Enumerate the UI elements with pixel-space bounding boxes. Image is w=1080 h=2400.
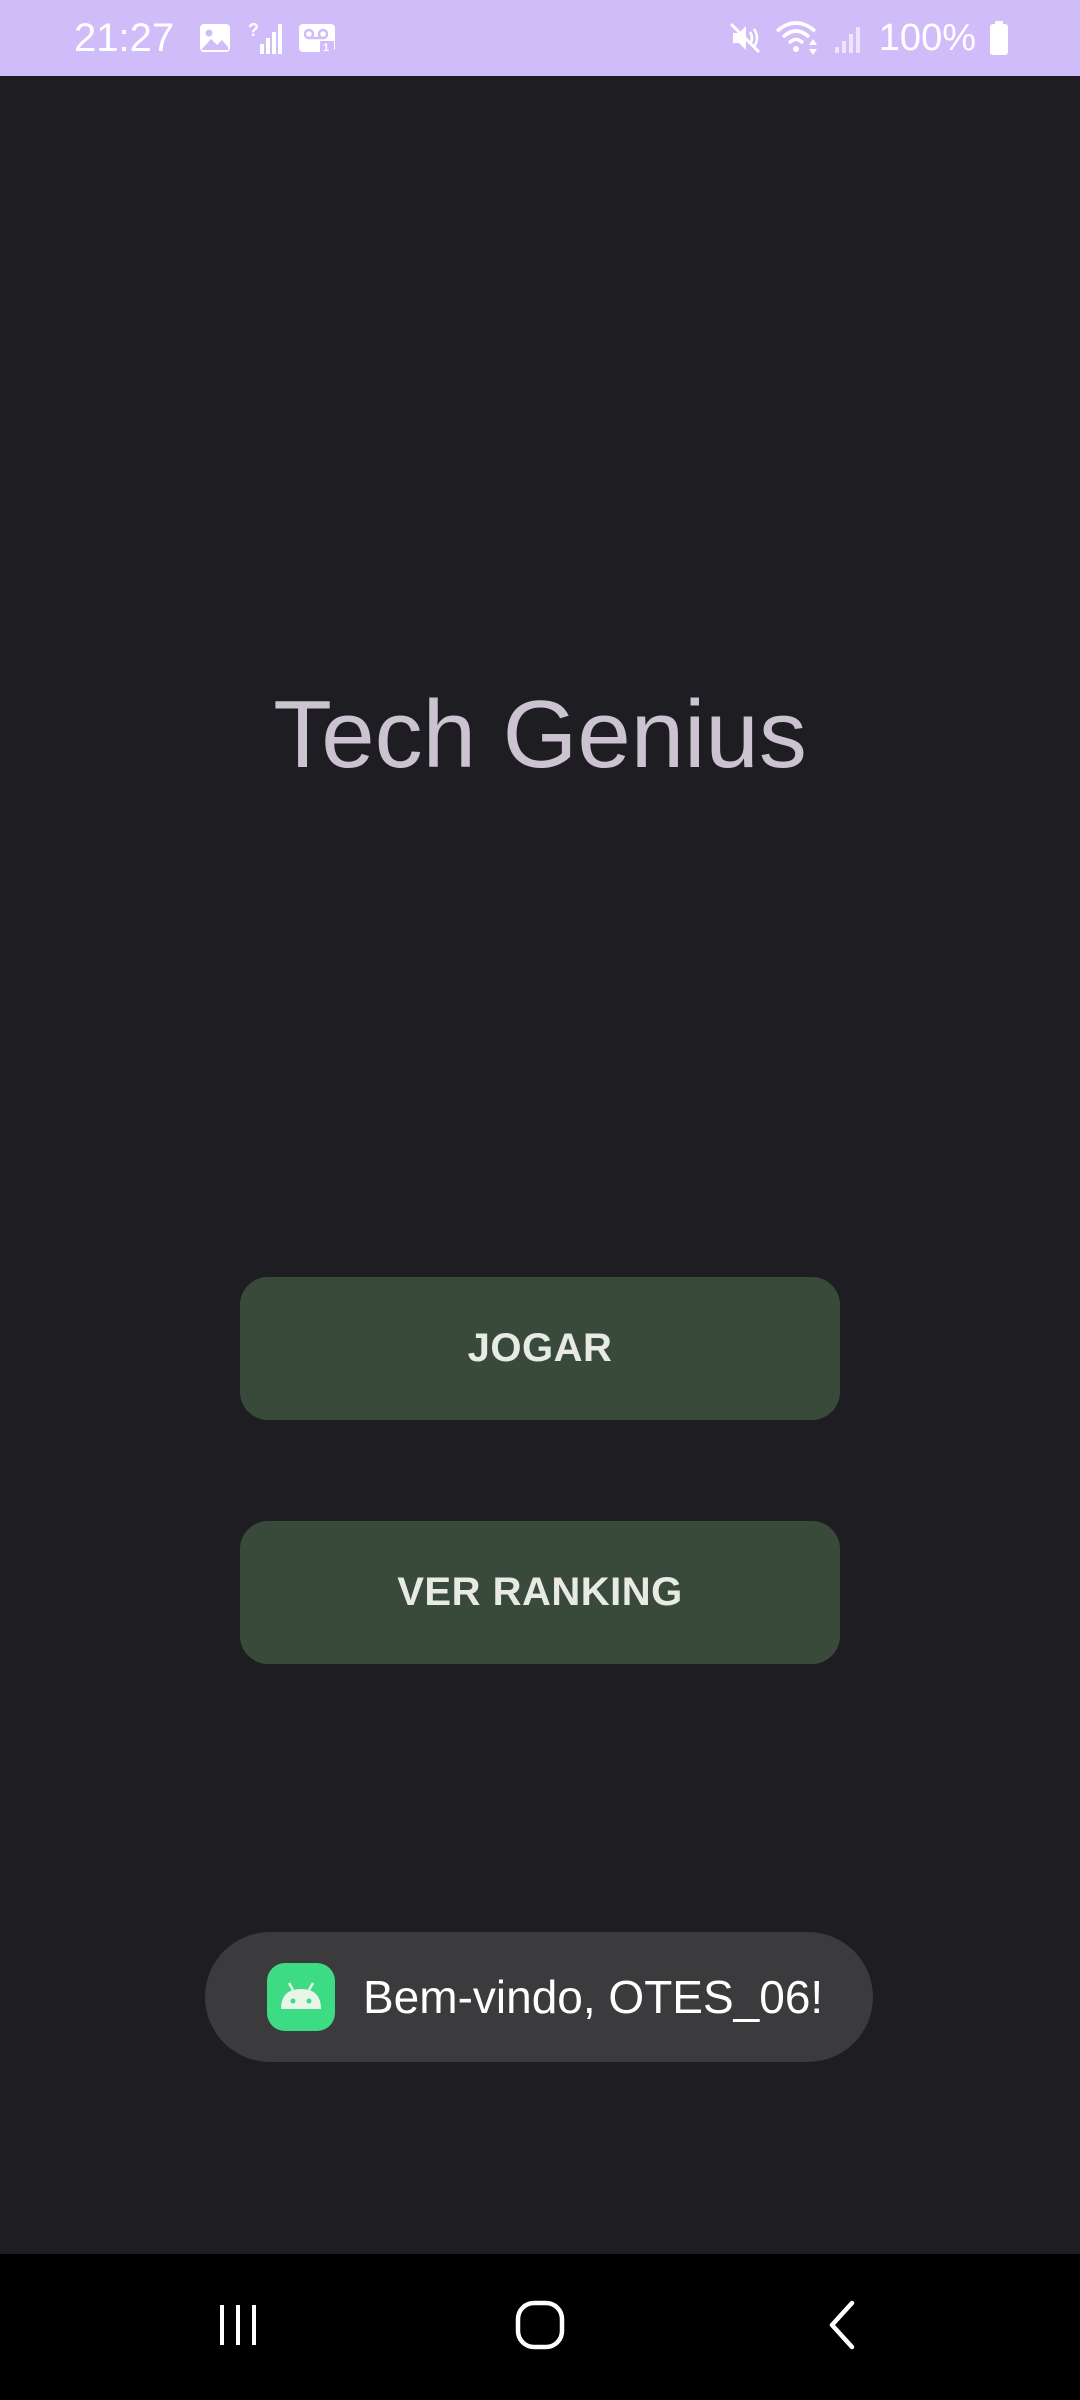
status-bar-right: 100% bbox=[727, 0, 1010, 76]
recents-button[interactable] bbox=[158, 2254, 318, 2400]
android-app-icon bbox=[267, 1963, 335, 2031]
svg-text:1: 1 bbox=[323, 42, 329, 54]
battery-icon bbox=[988, 20, 1010, 56]
back-icon bbox=[822, 2297, 862, 2357]
svg-text:?: ? bbox=[248, 20, 259, 40]
navigation-bar bbox=[0, 2254, 1080, 2400]
play-button[interactable]: JOGAR bbox=[240, 1277, 840, 1420]
voicemail-icon: 1 bbox=[298, 21, 338, 55]
battery-percentage: 100% bbox=[878, 16, 976, 59]
toast-message: Bem-vindo, OTES_06! bbox=[363, 1971, 824, 2023]
status-bar-left: 21:27 ? 1 bbox=[74, 0, 338, 76]
mute-icon bbox=[727, 20, 763, 56]
signal-icon bbox=[833, 21, 867, 55]
status-bar: 21:27 ? 1 100% bbox=[0, 0, 1080, 76]
gallery-icon bbox=[198, 21, 232, 55]
app-title: Tech Genius bbox=[273, 681, 807, 788]
recents-icon bbox=[212, 2299, 264, 2355]
wifi-icon bbox=[775, 19, 821, 57]
status-time: 21:27 bbox=[74, 15, 175, 60]
home-icon bbox=[512, 2297, 568, 2357]
welcome-toast: Bem-vindo, OTES_06! bbox=[205, 1932, 873, 2062]
back-button[interactable] bbox=[762, 2254, 922, 2400]
app-screen: 21:27 ? 1 100% Tech Genius JOGAR VER RAN… bbox=[0, 0, 1080, 2400]
no-signal-icon: ? bbox=[248, 20, 283, 56]
view-ranking-button[interactable]: VER RANKING bbox=[240, 1521, 840, 1664]
home-button[interactable] bbox=[460, 2254, 620, 2400]
